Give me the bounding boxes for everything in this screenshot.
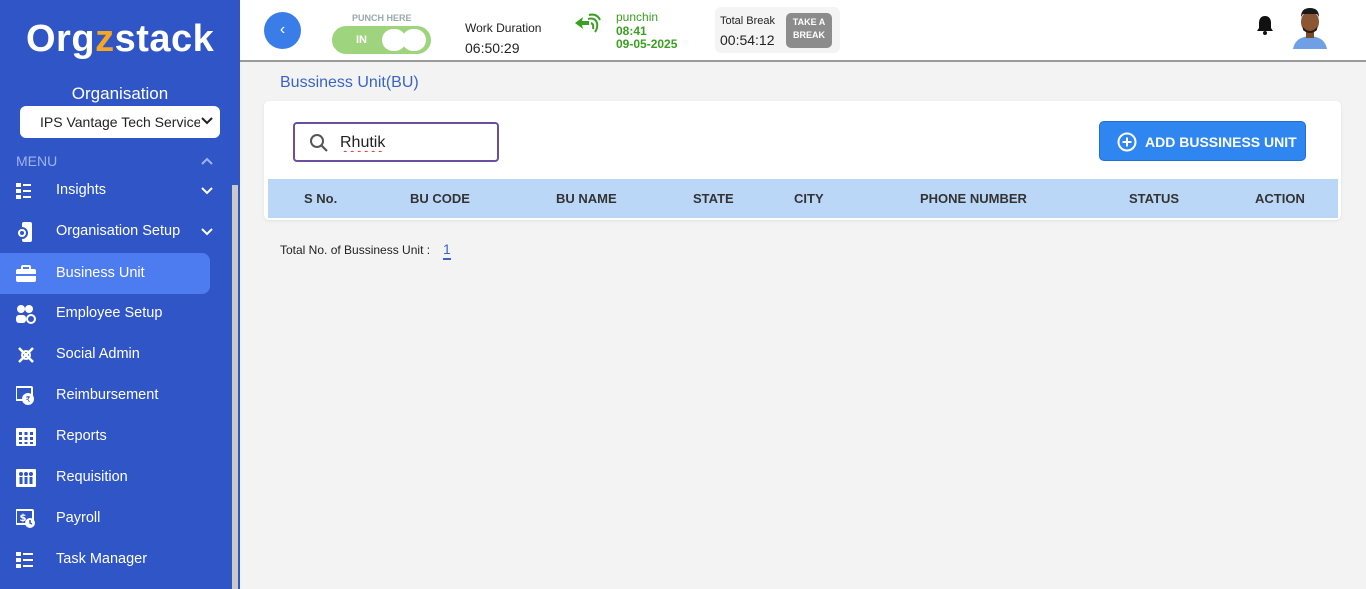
add-business-unit-button[interactable]: ADD BUSSINESS UNIT xyxy=(1099,121,1306,161)
svg-text:₹: ₹ xyxy=(25,395,30,404)
punch-toggle-label: IN xyxy=(356,34,367,46)
take-a-break-line1: TAKE A xyxy=(792,17,826,27)
task-manager-icon xyxy=(16,552,33,568)
reimbursement-icon: ₹ xyxy=(16,386,34,405)
toggle-knob xyxy=(402,29,426,51)
collapse-sidebar-button[interactable]: ‹ xyxy=(264,12,301,49)
payroll-icon: $ xyxy=(16,509,35,528)
sidebar-item-social-admin[interactable]: Social Admin xyxy=(0,334,210,375)
sidebar-item-insights[interactable]: Insights xyxy=(0,170,213,211)
sidebar-item-label: Reports xyxy=(56,428,107,444)
add-business-unit-label: ADD BUSSINESS UNIT xyxy=(1145,134,1297,150)
avatar[interactable] xyxy=(1291,5,1329,49)
sidebar-item-task-manager[interactable]: Task Manager xyxy=(0,539,210,580)
organisation-select[interactable]: IPS Vantage Tech Services xyxy=(20,106,220,138)
sidebar-item-employee-setup[interactable]: Employee Setup xyxy=(0,293,210,334)
sidebar-item-label: Employee Setup xyxy=(56,305,163,321)
column-header-bu-name[interactable]: BU NAME xyxy=(556,191,617,206)
sidebar-item-label: Requisition xyxy=(56,469,128,485)
sidebar: Orgzstack Organisation IPS Vantage Tech … xyxy=(0,0,240,589)
total-break-label: Total Break xyxy=(720,15,776,27)
column-header-city[interactable]: CITY xyxy=(794,191,824,206)
column-header-s-no[interactable]: S No. xyxy=(304,191,337,206)
column-header-phone-number[interactable]: PHONE NUMBER xyxy=(920,191,1027,206)
plus-circle-icon xyxy=(1117,132,1137,152)
organisation-label: Organisation xyxy=(71,84,169,103)
sidebar-item-label: Organisation Setup xyxy=(56,223,181,239)
punch-time: 08:41 xyxy=(616,24,647,38)
sidebar-item-payroll[interactable]: $ Payroll xyxy=(0,498,210,539)
work-duration-value: 06:50:29 xyxy=(465,40,520,56)
take-a-break-line2: BREAK xyxy=(792,30,825,40)
column-header-bu-code[interactable]: BU CODE xyxy=(410,191,470,206)
total-break-panel: Total Break 00:54:12 TAKE A BREAK xyxy=(715,7,840,53)
search-box[interactable] xyxy=(293,122,499,162)
page-title: Bussiness Unit(BU) xyxy=(280,74,419,91)
table-header: S No. BU CODE BU NAME STATE CITY PHONE N… xyxy=(268,179,1338,218)
chevron-up-icon[interactable] xyxy=(200,154,214,168)
fingerprint-icon xyxy=(575,13,601,33)
sidebar-item-label: Business Unit xyxy=(56,265,145,281)
search-input[interactable] xyxy=(340,134,490,152)
work-duration-label: Work Duration xyxy=(465,21,542,35)
chevron-down-icon xyxy=(201,228,213,236)
reports-icon xyxy=(16,428,36,446)
business-unit-card: ADD BUSSINESS UNIT S No. BU CODE BU NAME… xyxy=(264,101,1341,220)
sidebar-item-business-unit[interactable]: Business Unit xyxy=(0,253,210,294)
social-admin-icon xyxy=(18,347,34,363)
app-logo[interactable]: Orgzstack xyxy=(26,18,214,61)
take-a-break-button[interactable]: TAKE A BREAK xyxy=(786,13,832,48)
sidebar-item-label: Task Manager xyxy=(56,551,148,567)
sidebar-item-label: Insights xyxy=(56,182,106,198)
sidebar-item-label: Reimbursement xyxy=(56,387,159,403)
punch-date: 09-05-2025 xyxy=(616,37,678,51)
sidebar-item-requisition[interactable]: Requisition xyxy=(0,457,210,498)
sidebar-item-label: Social Admin xyxy=(56,346,140,362)
punch-here-label: PUNCH HERE xyxy=(352,13,412,23)
org-setup-icon xyxy=(16,222,32,242)
requisition-icon xyxy=(16,469,36,487)
sidebar-item-reports[interactable]: Reports xyxy=(0,416,210,457)
sidebar-item-organisation-setup[interactable]: Organisation Setup xyxy=(0,211,213,252)
organisation-select-value: IPS Vantage Tech Services xyxy=(40,114,209,130)
menu-section-label: MENU xyxy=(16,153,58,169)
briefcase-icon xyxy=(16,265,36,282)
punch-toggle[interactable]: IN xyxy=(332,26,431,54)
chevron-down-icon xyxy=(201,187,213,195)
sidebar-item-label: Payroll xyxy=(56,510,101,526)
column-header-state[interactable]: STATE xyxy=(693,191,734,206)
sidebar-item-reimbursement[interactable]: ₹ Reimbursement xyxy=(0,375,210,416)
sidebar-scrollbar[interactable] xyxy=(232,185,238,589)
total-count-label: Total No. of Bussiness Unit : xyxy=(280,243,431,257)
column-header-action[interactable]: ACTION xyxy=(1255,191,1305,206)
top-header: ‹ PUNCH HERE IN Work Duration 06:50:29 p… xyxy=(240,0,1366,62)
employee-setup-icon xyxy=(16,305,36,324)
total-count-value: 1 xyxy=(443,241,451,260)
total-break-value: 00:54:12 xyxy=(720,32,775,48)
column-header-status[interactable]: STATUS xyxy=(1129,191,1179,206)
bell-icon[interactable] xyxy=(1256,15,1274,35)
chevron-down-icon xyxy=(200,114,214,128)
insights-icon xyxy=(16,183,31,199)
search-icon xyxy=(310,134,328,152)
punch-status: punchin xyxy=(616,10,659,24)
